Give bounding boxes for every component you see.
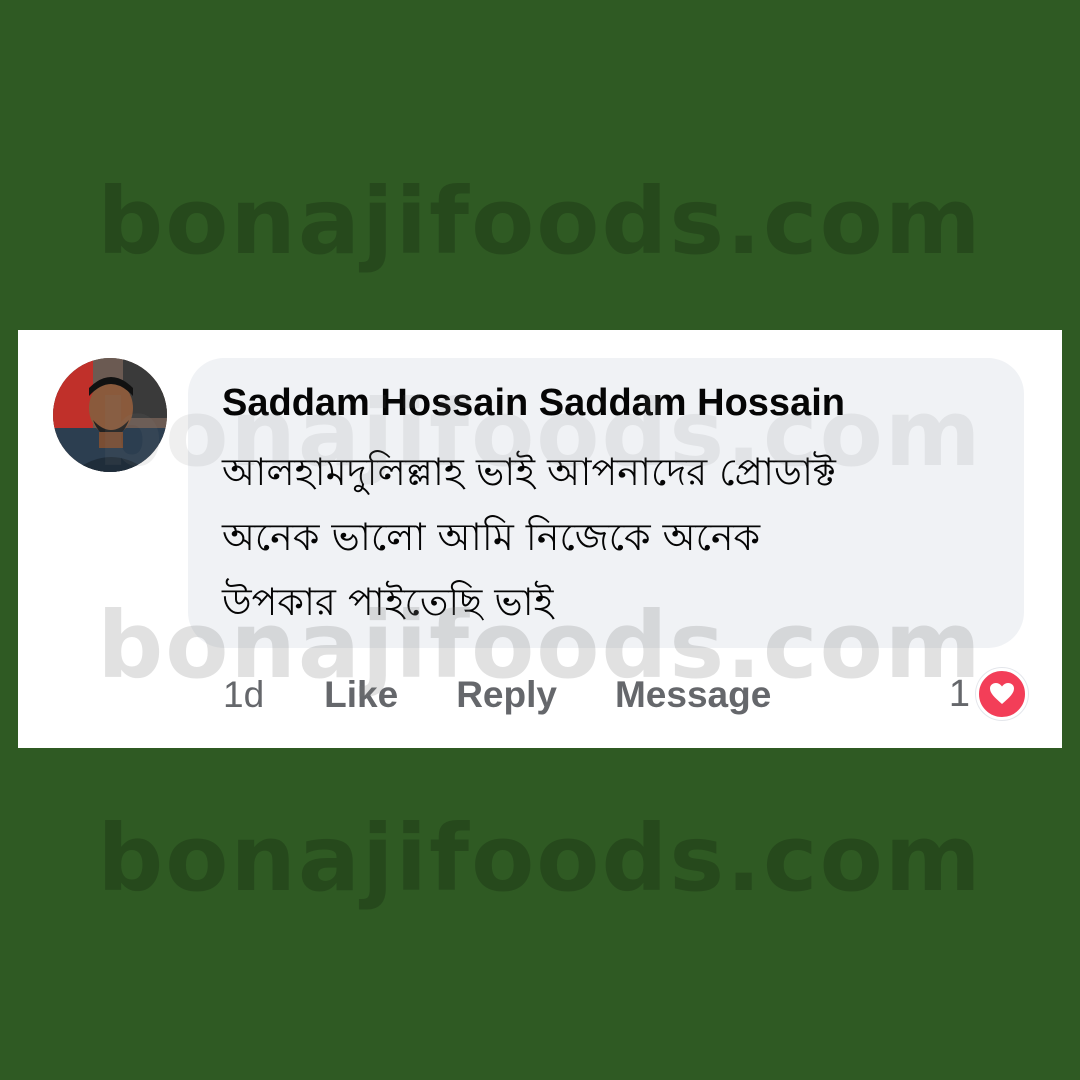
comment-line: উপকার পাইতেছি ভাই <box>222 580 554 624</box>
watermark-bottom: bonajifoods.com <box>97 805 983 912</box>
watermark-top: bonajifoods.com <box>97 168 983 275</box>
like-button[interactable]: Like <box>324 674 398 716</box>
comment-bubble: Saddam Hossain Saddam Hossain আলহামদুলিল… <box>188 358 1024 648</box>
comment-timestamp[interactable]: 1d <box>223 674 264 716</box>
comment-line: অনেক ভালো আমি নিজেকে অনেক <box>222 515 761 559</box>
comment-author[interactable]: Saddam Hossain Saddam Hossain <box>222 382 845 425</box>
comment-card: Saddam Hossain Saddam Hossain আলহামদুলিল… <box>18 330 1062 748</box>
comment-line: আলহামদুলিল্লাহ ভাই আপনাদের প্রোডাক্ট <box>222 450 836 494</box>
avatar-photo <box>53 358 167 472</box>
message-button[interactable]: Message <box>615 674 771 716</box>
comment-text: আলহামদুলিল্লাহ ভাই আপনাদের প্রোডাক্ট অনে… <box>222 440 982 635</box>
heart-icon <box>976 668 1028 720</box>
comment-actions: 1d Like Reply Message <box>223 670 829 720</box>
reply-button[interactable]: Reply <box>456 674 557 716</box>
reaction-summary[interactable]: 1 <box>949 668 1028 720</box>
avatar[interactable] <box>53 358 167 472</box>
reaction-count: 1 <box>948 672 970 715</box>
